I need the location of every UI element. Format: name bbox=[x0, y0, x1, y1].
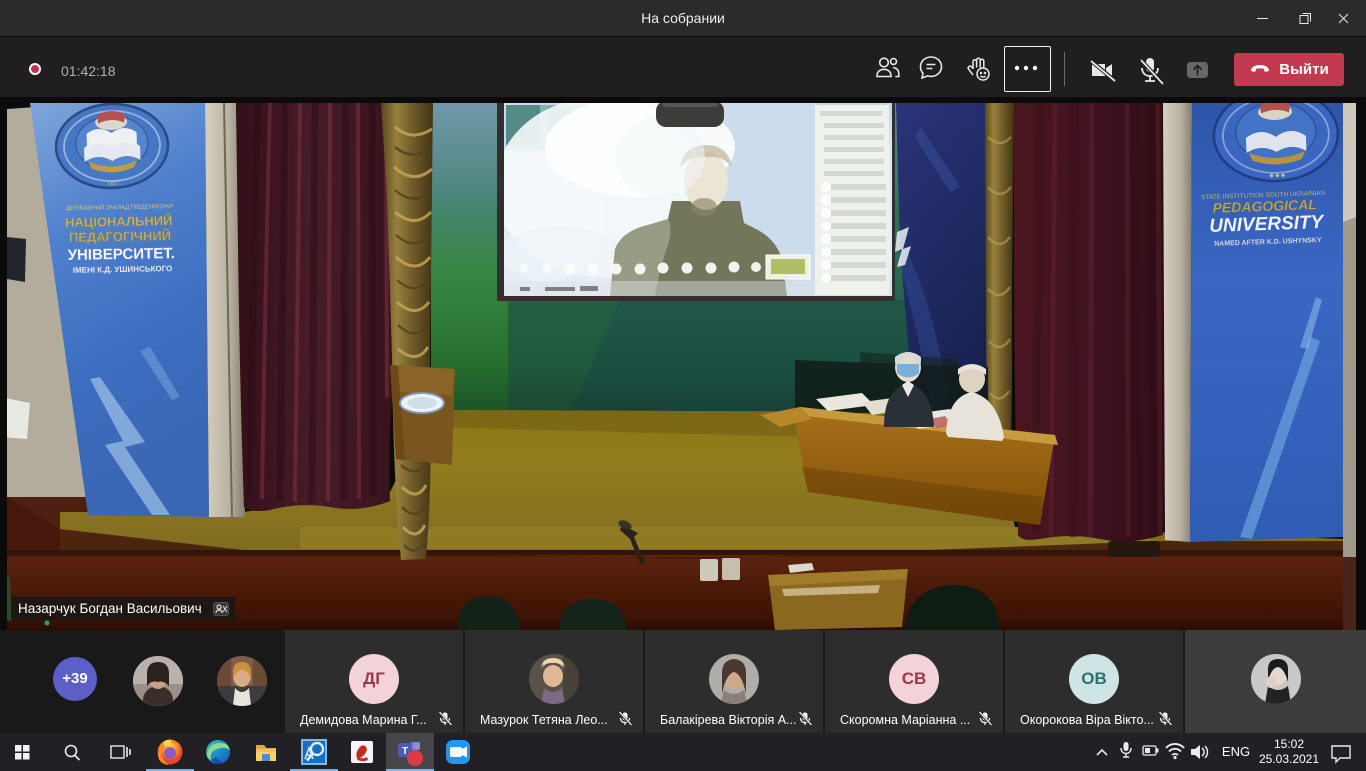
svg-text:◆ ◆ ◆: ◆ ◆ ◆ bbox=[1269, 173, 1286, 180]
svg-text:ПЕДАГОГІЧНИЙ: ПЕДАГОГІЧНИЙ bbox=[69, 228, 171, 245]
svg-text:ІМЕНІ К.Д. УШИНСЬКОГО: ІМЕНІ К.Д. УШИНСЬКОГО bbox=[73, 264, 173, 275]
svg-text:1817: 1817 bbox=[107, 181, 119, 187]
svg-text:T: T bbox=[402, 746, 408, 757]
svg-text:УНІВЕРСИТЕТ.: УНІВЕРСИТЕТ. bbox=[68, 245, 176, 264]
svg-text:UNIVERSITY: UNIVERSITY bbox=[1209, 212, 1326, 237]
